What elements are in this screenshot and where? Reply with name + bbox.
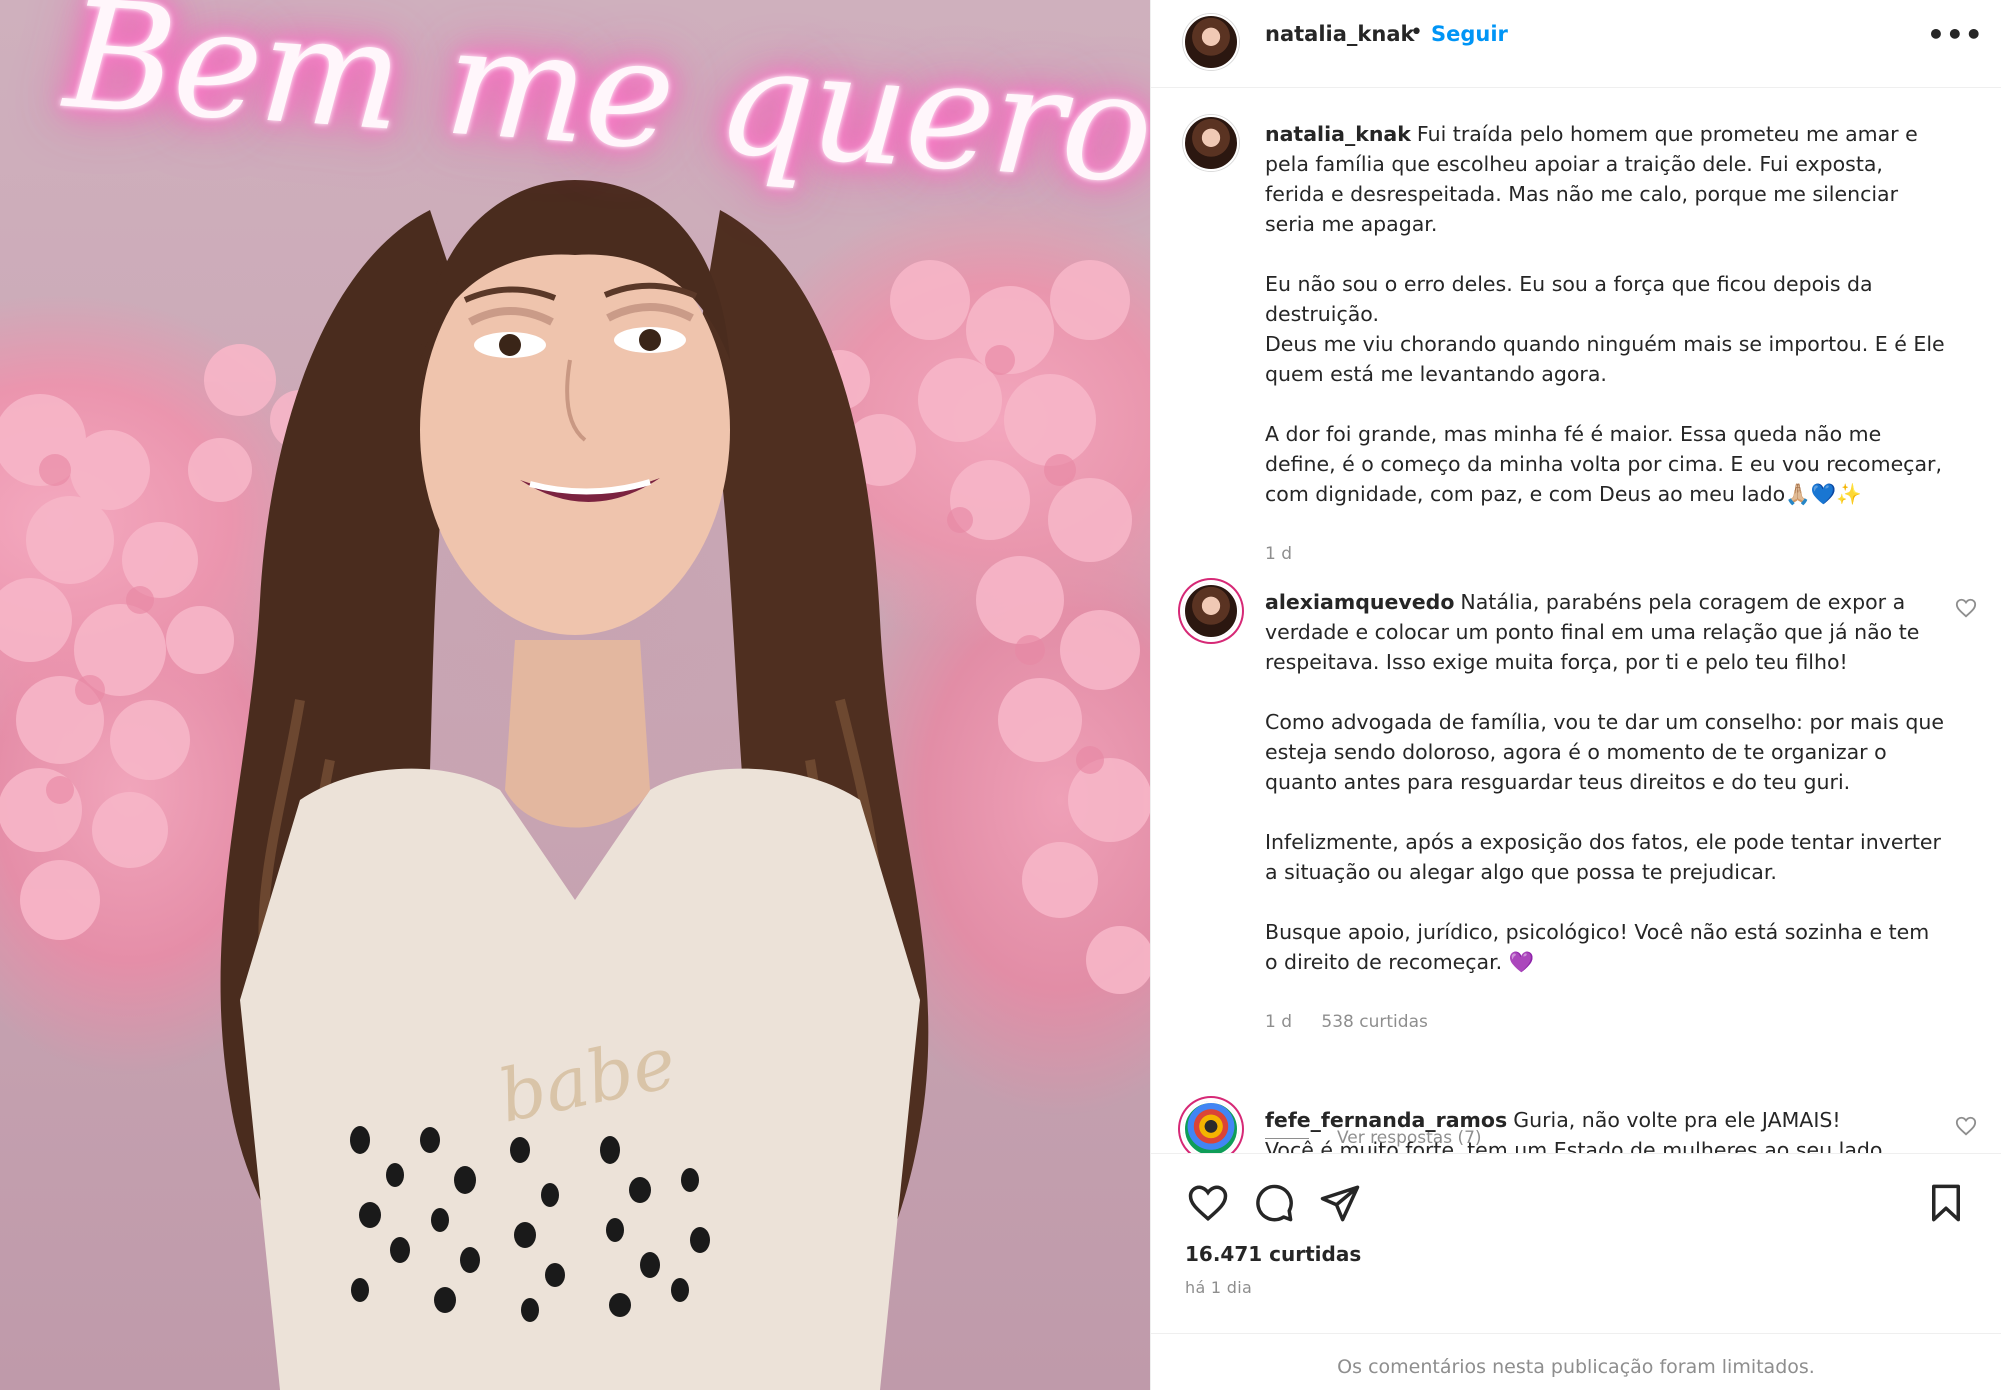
- post-panel: natalia_knak • Seguir ••• natalia_knak Fu…: [1150, 0, 2014, 1390]
- comment-like-heart-icon[interactable]: [1955, 597, 1977, 619]
- follow-button[interactable]: Seguir: [1431, 22, 1508, 46]
- comment-meta: 1 d 538 curtidas: [1265, 1007, 1945, 1037]
- commenter-avatar[interactable]: [1183, 1101, 1239, 1153]
- caption-paragraph: Eu não sou o erro deles. Eu sou a força …: [1265, 272, 1945, 386]
- author-username[interactable]: natalia_knak: [1265, 22, 1414, 46]
- post-photo[interactable]: babe Bem me quero: [0, 0, 1150, 1390]
- comment-likes[interactable]: 538 curtidas: [1321, 1012, 1427, 1032]
- commenter-avatar[interactable]: [1183, 583, 1239, 639]
- caption-paragraph: A dor foi grande, mas minha fé é maior. …: [1265, 422, 1942, 506]
- comment-time: 1 d: [1265, 1012, 1293, 1032]
- comments-limited-notice: Os comentários nesta publicação foram li…: [1151, 1333, 2001, 1390]
- caption-avatar[interactable]: [1183, 115, 1239, 171]
- post-actions: 16.471 curtidas há 1 dia: [1151, 1153, 2001, 1333]
- comment-icon[interactable]: [1253, 1182, 1295, 1224]
- comment-body: fefe_fernanda_ramos Guria, não volte pra …: [1265, 1105, 1945, 1153]
- heart-icon[interactable]: [1187, 1182, 1229, 1224]
- author-avatar[interactable]: [1183, 14, 1239, 70]
- caption-author[interactable]: natalia_knak: [1265, 122, 1411, 146]
- comment-author[interactable]: fefe_fernanda_ramos: [1265, 1108, 1507, 1132]
- bookmark-icon[interactable]: [1925, 1182, 1967, 1224]
- comment-author[interactable]: alexiamquevedo: [1265, 590, 1454, 614]
- comment-body: alexiamquevedo Natália, parabéns pela cor…: [1265, 587, 1945, 1037]
- more-options-icon[interactable]: •••: [1927, 18, 1984, 51]
- caption-body: natalia_knak Fui traída pelo homem que pr…: [1265, 119, 1945, 569]
- comments-list[interactable]: natalia_knak Fui traída pelo homem que pr…: [1151, 89, 2001, 1153]
- comment-paragraph: Busque apoio, jurídico, psicológico! Voc…: [1265, 920, 1930, 974]
- caption-time: 1 d: [1265, 544, 1293, 564]
- photo-scene: babe: [0, 180, 1150, 1390]
- send-icon[interactable]: [1319, 1182, 1361, 1224]
- caption-meta: 1 d: [1265, 539, 1945, 569]
- post-header: natalia_knak • Seguir •••: [1151, 0, 2001, 88]
- comment-paragraph: Como advogada de família, vou te dar um …: [1265, 710, 1945, 794]
- separator-dot: •: [1410, 20, 1423, 45]
- post-date: há 1 dia: [1185, 1278, 1253, 1297]
- comment-paragraph: Infelizmente, após a exposição dos fatos…: [1265, 830, 1941, 884]
- comment-like-heart-icon[interactable]: [1955, 1115, 1977, 1137]
- likes-count[interactable]: 16.471 curtidas: [1185, 1242, 1361, 1266]
